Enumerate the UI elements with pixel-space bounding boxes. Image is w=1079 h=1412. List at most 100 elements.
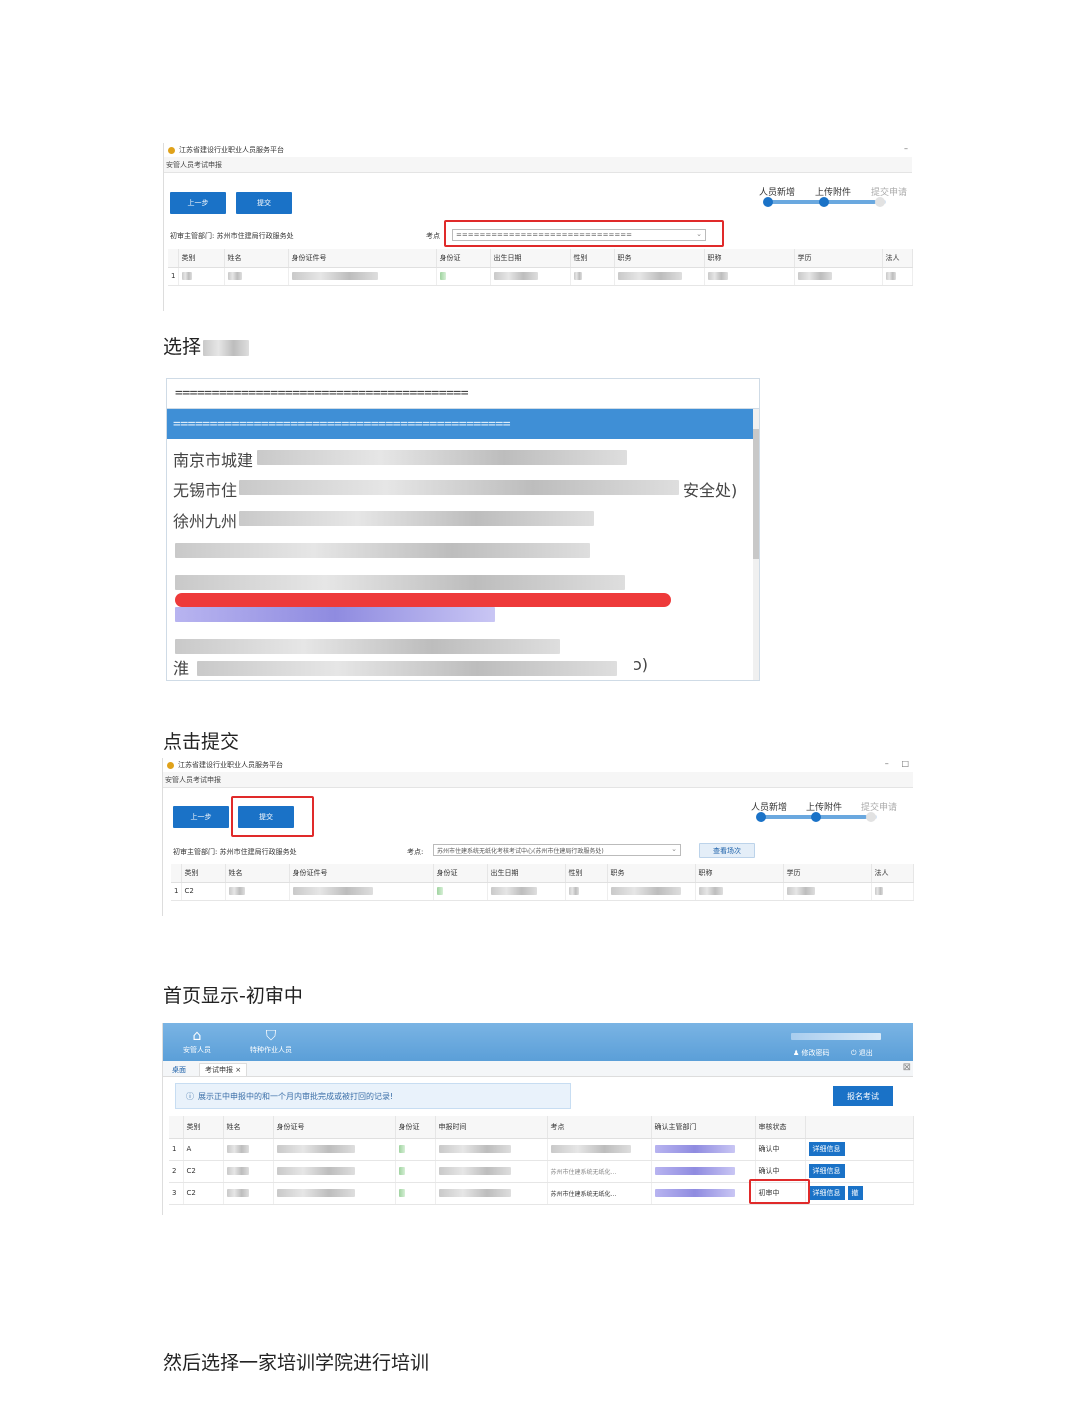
close-icon[interactable]: × [235,1066,241,1074]
table-header-index [171,864,182,883]
close-all-icon[interactable]: ⊠ [903,1062,911,1073]
exam-application-window-2: 江苏省建设行业职业人员服务平台 – □ 安管人员考试申报 上一步 提交 人员新增… [162,758,914,916]
step-label-submit: 提交申请 [861,803,898,813]
table-row[interactable]: 1 C2 [171,882,914,901]
homepage-header: ⌂ 安管人员 ⛉ 特种作业人员 ♟ 修改密码 ⏻ 退出 [163,1023,913,1061]
step-label-add: 人员新增 [751,803,788,813]
table-header: 类别 [181,864,226,883]
step-dot-1 [756,812,766,822]
table-header-row: 类别 姓名 身份证件号 身份证 出生日期 性别 职务 职称 学历 法人 [171,864,914,883]
shield-icon: ⛉ [265,1028,277,1044]
redacted-option-row[interactable] [175,575,625,590]
nav-label: 特种作业人员 [250,1046,292,1054]
table-header: 身份证号 [273,1116,396,1139]
nav-safety-personnel[interactable]: ⌂ 安管人员 [169,1027,225,1055]
logout-link[interactable]: ⏻ 退出 [851,1048,873,1058]
caption-training: 然后选择一家培训学院进行培训 [163,1352,430,1374]
progress-steps: 人员新增 上传附件 提交申请 [758,185,918,209]
dept-field: 初审主管部门: 苏州市住建局行政服务处 [170,231,294,241]
register-exam-button[interactable]: 报名考试 [833,1086,893,1106]
dropdown-option[interactable]: 淮 [173,655,189,679]
window-titlebar: 江苏省建设行业职业人员服务平台 – [164,143,912,157]
status-cell: 确认中 [755,1138,806,1161]
submit-button[interactable]: 提交 [236,192,292,214]
site-label: 考点: [407,848,424,856]
caption-home-status: 首页显示-初审中 [163,985,303,1007]
dropdown-highlighted-option[interactable]: ========================================… [167,409,759,439]
dropdown-scrollbar-thumb[interactable] [753,429,759,559]
progress-steps: 人员新增 上传附件 提交申请 [751,800,911,824]
withdraw-button[interactable]: 撤 [847,1186,863,1200]
app-title: 江苏省建设行业职业人员服务平台 [178,761,283,769]
table-header: 职务 [614,249,705,268]
table-header: 性别 [565,864,608,883]
dropdown-option-suffix: ɔ) [633,655,649,674]
dropdown-current-value[interactable]: ======================================== [167,379,759,409]
table-header: 性别 [570,249,615,268]
table-header: 身份证 [433,864,488,883]
site-label: 考点 [426,232,440,240]
table-row[interactable]: 1 A 确认中 详细信息 [169,1138,914,1161]
dropdown-option[interactable]: 南京市城建 [173,447,253,471]
site-dropdown-list[interactable]: ========================================… [166,378,760,681]
platform-logo-icon [168,146,175,154]
redacted-option-row[interactable] [175,639,560,654]
redacted-option-row[interactable] [175,607,495,622]
table-header: 出生日期 [487,864,566,883]
redacted-option-text [239,511,594,526]
selected-option-highlight [175,593,671,607]
detail-button[interactable]: 详细信息 [808,1164,845,1178]
window-controls[interactable]: – □ [885,759,909,768]
view-sessions-button[interactable]: 查看场次 [699,843,755,858]
redacted-option-row[interactable] [175,543,590,558]
building-icon: ⌂ [192,1028,202,1044]
nav-special-workers[interactable]: ⛉ 特种作业人员 [243,1027,299,1055]
table-header-row: 类别 姓名 身份证号 身份证 申报时间 考点 确认主管部门 审核状态 [169,1116,914,1139]
notice-text: 展示正中申报中的和一个月内审批完成或被打回的记录! [198,1091,394,1101]
minimize-button[interactable]: – [885,759,889,768]
dropdown-option[interactable]: 徐州九州 [173,508,237,532]
table-header: 确认主管部门 [651,1116,756,1139]
table-header: 申报时间 [435,1116,548,1139]
page-title: 安管人员考试申报 [164,157,912,173]
site-highlight-box [444,220,724,247]
table-header: 学历 [783,864,872,883]
dept-value: 苏州市住建局行政服务处 [219,848,297,856]
nav-label: 安管人员 [183,1046,211,1054]
tab-exam-application[interactable]: 考试申报 × [199,1063,248,1076]
dropdown-option[interactable]: 无锡市住 [173,477,237,501]
step-dot-2 [811,812,821,822]
step-label-upload: 上传附件 [815,188,852,198]
detail-button[interactable]: 详细信息 [808,1142,845,1156]
tab-desktop[interactable]: 桌面 [167,1063,191,1076]
table-header-index [169,1116,184,1139]
table-row[interactable]: 1 [168,267,913,286]
page-title: 安管人员考试申报 [163,772,913,788]
prev-step-button[interactable]: 上一步 [173,806,229,828]
redacted-option-text [257,450,627,465]
step-dot-3 [875,197,885,207]
applicant-table: 类别 姓名 身份证件号 身份证 出生日期 性别 职务 职称 学历 法人 1 C2 [171,864,914,901]
table-header: 职务 [607,864,696,883]
dept-field: 初审主管部门: 苏州市住建局行政服务处 [173,847,297,857]
table-header: 法人 [882,249,913,268]
table-header: 法人 [871,864,914,883]
table-header-row: 类别 姓名 身份证件号 身份证 出生日期 性别 职务 职称 学历 法人 [168,249,913,268]
step-dot-1 [763,197,773,207]
dept-value: 苏州市住建局行政服务处 [216,232,294,240]
table-header: 审核状态 [755,1116,806,1139]
maximize-button[interactable]: □ [901,759,909,768]
minimize-button[interactable]: – [904,144,908,153]
detail-button[interactable]: 详细信息 [808,1186,845,1200]
table-header: 身份证件号 [288,249,437,268]
prev-step-button[interactable]: 上一步 [170,192,226,214]
change-password-link[interactable]: ♟ 修改密码 [793,1048,830,1058]
exam-application-window-1: 江苏省建设行业职业人员服务平台 – 安管人员考试申报 上一步 提交 人员新增 上… [163,143,913,311]
table-header: 身份证 [436,249,491,268]
dept-label: 初审主管部门: [170,232,215,240]
caption-select-text: 选择 [163,336,202,358]
step-label-submit: 提交申请 [871,188,908,198]
table-header-index [168,249,179,268]
table-header: 身份证 [395,1116,436,1139]
site-select[interactable]: 苏州市住建系统无纸化考核考试中心(苏州市住建局行政服务处) ⌄ [433,844,681,856]
